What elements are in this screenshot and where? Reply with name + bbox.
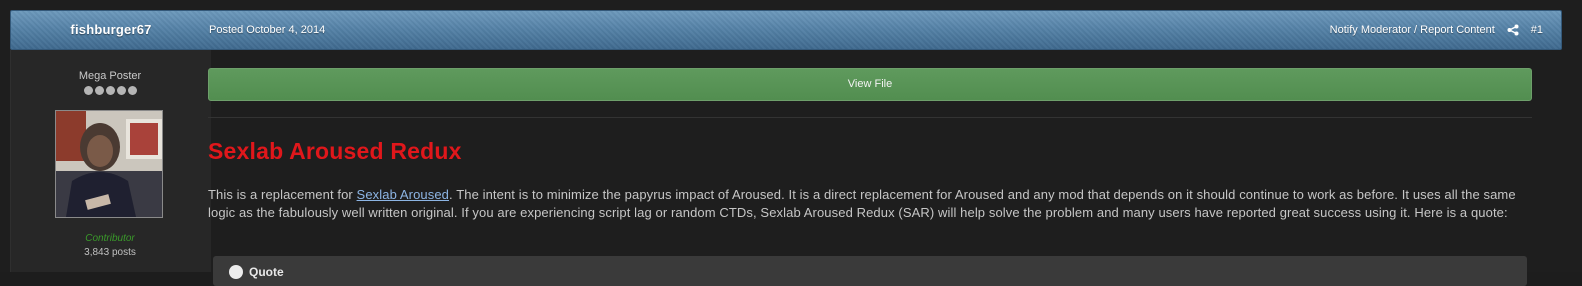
body-intro: This is a replacement for	[208, 187, 357, 202]
post-body: This is a replacement for Sexlab Aroused…	[208, 186, 1532, 222]
post-header-actions: Notify Moderator / Report Content #1	[1330, 11, 1543, 49]
rank-pip	[127, 86, 137, 95]
post-number-link[interactable]: #1	[1531, 11, 1543, 49]
member-rank: Mega Poster	[78, 70, 142, 82]
quote-header: Quote	[229, 262, 284, 282]
report-content-link[interactable]: Notify Moderator / Report Content	[1330, 11, 1495, 49]
forum-post: fishburger67 Posted October 4, 2014 Noti…	[0, 0, 1582, 286]
author-sidebar: Mega Poster Contributor 3,843 posts	[10, 50, 211, 272]
post-count: 3,843 posts	[84, 247, 136, 258]
share-icon[interactable]	[1507, 24, 1519, 36]
content-divider	[208, 117, 1532, 118]
quote-icon	[229, 265, 243, 279]
rank-pip	[94, 86, 104, 95]
quote-block: Quote	[213, 256, 1527, 286]
avatar[interactable]	[55, 110, 163, 218]
rank-pip	[105, 86, 115, 95]
rank-pips	[11, 86, 209, 95]
sexlab-aroused-link[interactable]: Sexlab Aroused	[357, 187, 449, 202]
post-header: fishburger67 Posted October 4, 2014 Noti…	[10, 10, 1562, 50]
quote-label: Quote	[249, 265, 284, 279]
post-date: Posted October 4, 2014	[209, 24, 326, 36]
rank-pip	[116, 86, 126, 95]
member-group: Contributor	[85, 233, 135, 244]
rank-pip	[83, 86, 93, 95]
author-name[interactable]: fishburger67	[11, 11, 211, 49]
post-content: View File Sexlab Aroused Redux This is a…	[208, 50, 1534, 286]
post-title: Sexlab Aroused Redux	[208, 138, 462, 164]
view-file-button[interactable]: View File	[208, 68, 1532, 101]
